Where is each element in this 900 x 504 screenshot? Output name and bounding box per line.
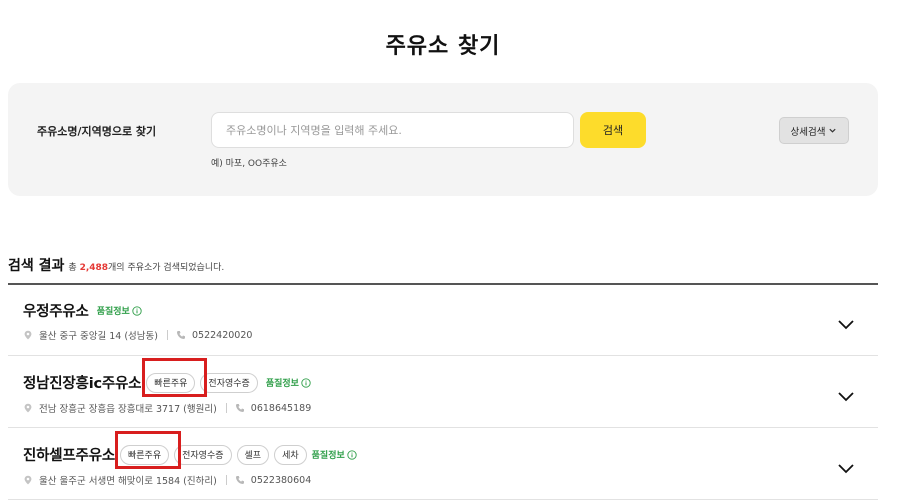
results-summary-prefix: 총 [68, 263, 77, 273]
phone-icon [235, 475, 245, 485]
station-phone: 0522380604 [250, 474, 312, 486]
tag-e-receipt: 전자영수증 [200, 372, 258, 393]
phone-icon [235, 403, 245, 413]
quality-info-link[interactable]: 품질정보 [266, 376, 311, 389]
station-address: 전남 장흥군 장흥읍 장흥대로 3717 (행원리) [39, 404, 217, 415]
results-summary-suffix: 개의 주유소가 검색되었습니다. [108, 263, 225, 273]
results-title: 검색 결과 [8, 258, 65, 274]
location-pin-icon [23, 330, 33, 340]
quality-info-link[interactable]: 품질정보 [312, 448, 357, 461]
quality-info-label: 품질정보 [265, 379, 299, 389]
highlight-box [115, 431, 181, 469]
chevron-down-icon [829, 128, 837, 133]
info-circle-icon [301, 377, 311, 388]
highlight-box [142, 358, 207, 397]
station-address: 울산 중구 중앙길 14 (성남동) [39, 331, 158, 342]
station-item[interactable]: 우정주유소 품질정보 울산 중구 중앙길 14 (성남동) 0522420020 [8, 285, 878, 356]
station-info-row: 전남 장흥군 장흥읍 장흥대로 3717 (행원리) 0618645189 [23, 401, 311, 415]
tag-self: 셀프 [236, 444, 270, 465]
chevron-down-icon[interactable] [837, 391, 855, 403]
station-title-row: 우정주유소 품질정보 [23, 300, 142, 321]
detail-search-button[interactable]: 상세검색 [779, 117, 849, 144]
station-info-row: 울산 울주군 서생면 해맞이로 1584 (진하리) 0522380604 [23, 473, 311, 487]
station-item[interactable]: 정남진장흥ic주유소 빠른주유 전자영수증 품질정보 전남 장흥군 장흥읍 장흥… [8, 357, 878, 428]
detail-search-label: 상세검색 [790, 126, 826, 138]
quality-info-link[interactable]: 품질정보 [97, 304, 142, 317]
chevron-down-icon[interactable] [837, 319, 855, 331]
info-circle-icon [132, 305, 142, 316]
results-count: 2,488 [79, 263, 109, 273]
location-pin-icon [23, 475, 33, 485]
search-button[interactable]: 검색 [580, 112, 646, 148]
station-info-row: 울산 중구 중앙길 14 (성남동) 0522420020 [23, 328, 252, 342]
station-name[interactable]: 정남진장흥ic주유소 [23, 372, 141, 393]
search-hint: 예) 마포, OO주유소 [211, 159, 287, 169]
search-label: 주유소명/지역명으로 찾기 [37, 125, 157, 138]
quality-info-label: 품질정보 [96, 307, 130, 317]
station-name[interactable]: 진하셀프주유소 [23, 444, 115, 465]
station-name[interactable]: 우정주유소 [23, 300, 89, 321]
phone-icon [176, 330, 186, 340]
divider [225, 403, 227, 413]
divider [166, 330, 168, 340]
chevron-down-icon[interactable] [837, 463, 855, 475]
results-summary: 총 2,488개의 주유소가 검색되었습니다. [68, 260, 224, 273]
results-header: 검색 결과 총 2,488개의 주유소가 검색되었습니다. [8, 255, 224, 275]
search-panel: 주유소명/지역명으로 찾기 검색 예) 마포, OO주유소 상세검색 [8, 83, 878, 196]
station-address: 울산 울주군 서생면 해맞이로 1584 (진하리) [39, 476, 217, 487]
station-title-row: 진하셀프주유소 빠른주유 전자영수증 셀프 세차 품질정보 [23, 444, 357, 465]
station-phone: 0618645189 [250, 402, 312, 414]
page-title: 주유소 찾기 [385, 34, 501, 59]
tag-car-wash: 세차 [274, 444, 307, 465]
tag-e-receipt: 전자영수증 [174, 444, 232, 465]
quality-info-label: 품질정보 [311, 451, 345, 461]
station-phone: 0522420020 [191, 329, 253, 341]
divider [225, 475, 227, 485]
search-input[interactable] [211, 112, 574, 148]
location-pin-icon [23, 403, 33, 413]
info-circle-icon [347, 449, 357, 460]
